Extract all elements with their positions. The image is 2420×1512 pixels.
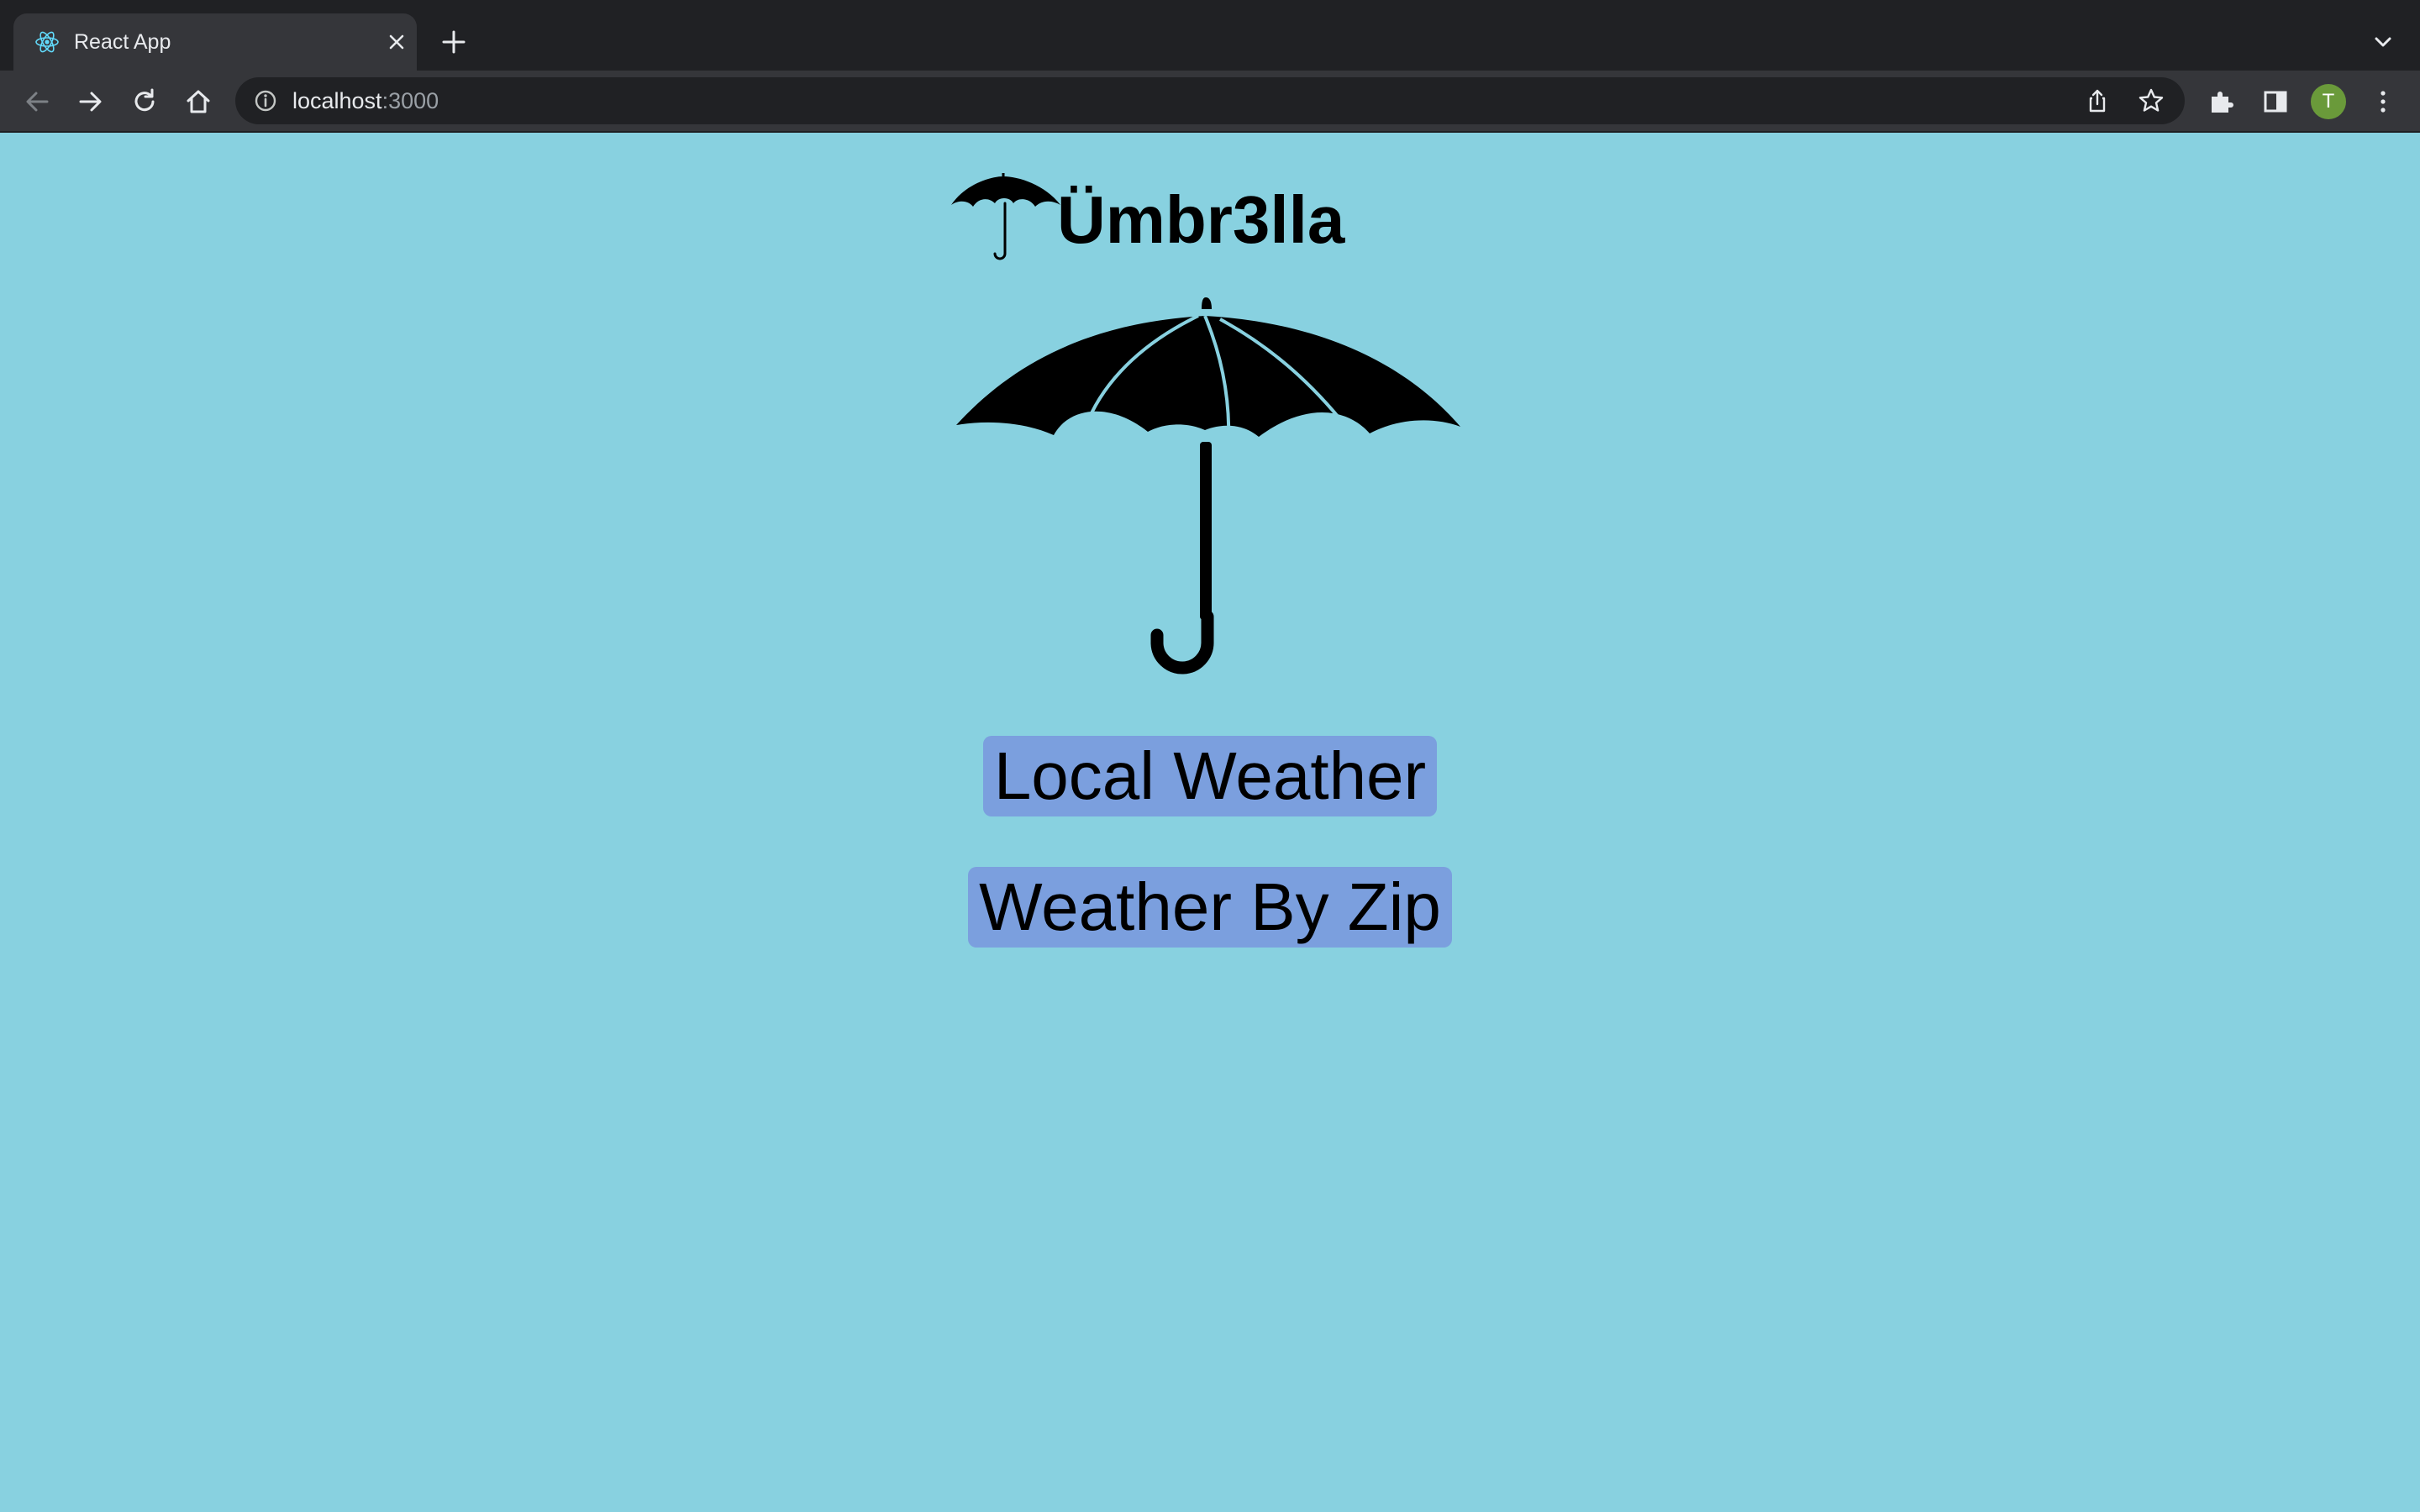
new-tab-plus-icon[interactable] [439, 27, 469, 57]
tab-title: React App [74, 30, 171, 54]
browser-tab[interactable]: React App [13, 13, 417, 71]
chevron-down-icon[interactable] [2371, 30, 2395, 54]
react-logo-icon [35, 31, 59, 53]
app-header: Ümbr3lla [948, 173, 1344, 274]
kebab-menu-icon[interactable] [2368, 87, 2398, 117]
home-icon[interactable] [183, 87, 213, 117]
url-host: localhost [292, 88, 382, 113]
info-icon[interactable] [254, 89, 277, 113]
close-icon[interactable] [383, 29, 410, 55]
bookmark-star-icon[interactable] [2138, 87, 2165, 114]
share-icon[interactable] [2084, 87, 2111, 114]
local-weather-button[interactable]: Local Weather [983, 736, 1437, 816]
app-page: Ümbr3lla Local Weather Weather By Zip [0, 133, 2420, 1512]
browser-toolbar: localhost:3000 T [0, 71, 2420, 133]
browser-tab-bar: React App [0, 0, 2420, 71]
url-port: :3000 [381, 88, 439, 113]
side-panel-icon[interactable] [2260, 87, 2291, 117]
url-text[interactable]: localhost:3000 [292, 87, 439, 114]
address-bar[interactable]: localhost:3000 [235, 77, 2185, 124]
umbrella-icon [951, 173, 1060, 260]
profile-avatar[interactable]: T [2311, 84, 2346, 119]
app-title: Ümbr3lla [1057, 182, 1345, 257]
umbrella-icon [956, 297, 1460, 675]
weather-by-zip-button[interactable]: Weather By Zip [968, 867, 1452, 948]
forward-arrow-icon[interactable] [76, 87, 106, 117]
back-arrow-icon[interactable] [22, 87, 52, 117]
reload-icon[interactable] [129, 87, 160, 117]
extensions-puzzle-icon[interactable] [2207, 87, 2237, 117]
